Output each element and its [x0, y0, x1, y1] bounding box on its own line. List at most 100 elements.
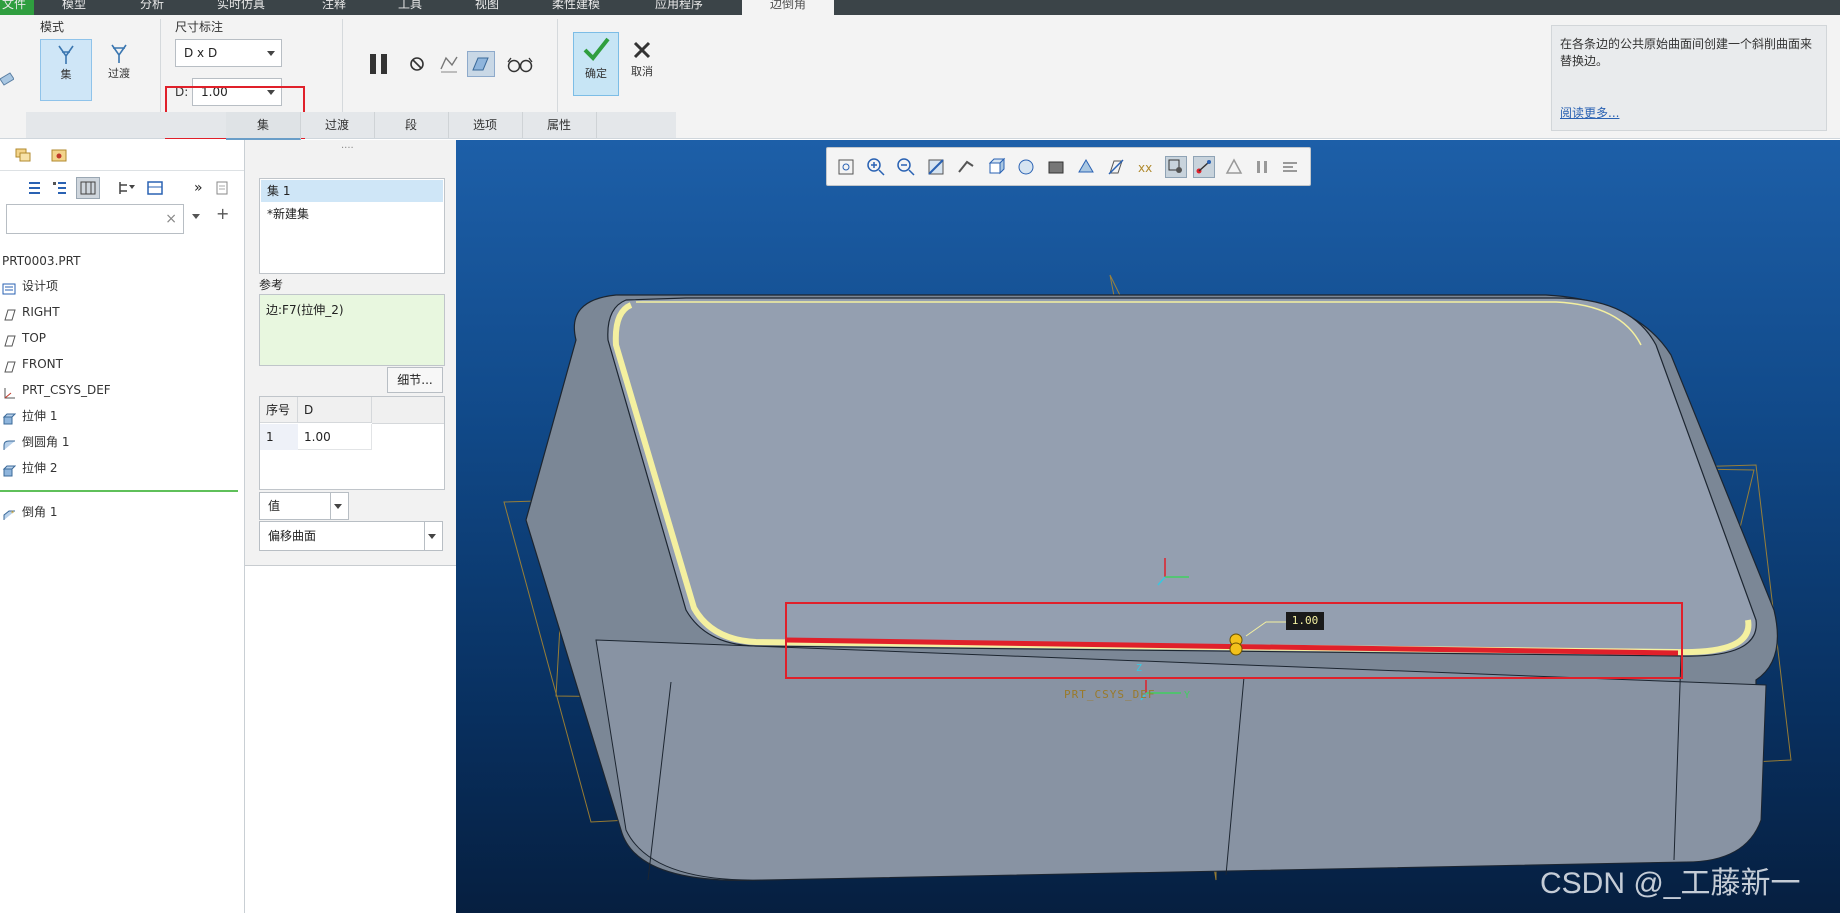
tree-item-chamfer-1[interactable]: * 倒角 1	[2, 502, 57, 522]
tree-search-input[interactable]: ×	[6, 204, 184, 234]
tree-item-label: 拉伸 1	[22, 409, 58, 423]
tree-item-extrude-2[interactable]: 拉伸 2	[2, 458, 57, 478]
datum-plane-icon	[2, 333, 16, 346]
model-view[interactable]	[456, 140, 1840, 913]
tab-analysis[interactable]: 分析	[140, 0, 164, 15]
saved-views-icon[interactable]	[985, 156, 1007, 178]
more-icon[interactable]: »	[194, 180, 206, 196]
tree-item-label: FRONT	[22, 357, 63, 371]
simulation-display-icon[interactable]	[1223, 156, 1245, 178]
separate-preview-icon[interactable]	[438, 53, 460, 75]
tree-item-front[interactable]: FRONT	[2, 354, 63, 374]
reference-value: 边:F7(拉伸_2)	[266, 303, 344, 317]
chevron-down-icon[interactable]	[192, 214, 200, 219]
reorient-icon[interactable]	[955, 156, 977, 178]
tree-item-right[interactable]: RIGHT	[2, 302, 60, 322]
verify-glasses-icon[interactable]	[505, 53, 535, 75]
pause-animation-icon[interactable]	[1251, 156, 1273, 178]
references-collector[interactable]: 边:F7(拉伸_2)	[259, 294, 445, 366]
tree-item-label: 倒角 1	[22, 505, 58, 519]
tree-settings-icon[interactable]	[146, 180, 164, 196]
tab-annotate[interactable]: 注释	[322, 0, 346, 15]
table-cell[interactable]: 1.00	[298, 424, 372, 450]
tab-file[interactable]: 文件	[0, 0, 34, 15]
tree-item-part[interactable]: PRT0003.PRT	[2, 251, 80, 271]
references-label: 参考	[259, 278, 284, 292]
sets-list[interactable]: 集 1 *新建集	[259, 178, 445, 274]
tree-item-extrude-1[interactable]: 拉伸 1	[2, 406, 57, 426]
drag-handle[interactable]	[1229, 642, 1243, 656]
mode-group-label: 模式	[40, 20, 65, 34]
dimension-tag[interactable]: 1.00	[1286, 612, 1324, 630]
view-manager-icon[interactable]	[1015, 156, 1037, 178]
tree-expand-icon[interactable]	[52, 180, 68, 196]
tree-item-label: 倒圆角 1	[22, 435, 70, 449]
tree-item-csys[interactable]: PRT_CSYS_DEF	[2, 380, 111, 400]
model-tree-tab-icon[interactable]	[14, 146, 32, 164]
method-select[interactable]: 偏移曲面	[259, 521, 443, 551]
view-toolbar: xx	[826, 147, 1311, 186]
folder-browser-icon[interactable]	[50, 146, 68, 164]
tree-item-design-items[interactable]: 设计项	[2, 276, 58, 296]
tab-live-simulation[interactable]: 实时仿真	[217, 0, 265, 15]
mode-set-button[interactable]: 集	[40, 39, 92, 101]
clear-icon[interactable]: ×	[165, 211, 177, 227]
geometry-preview-icon[interactable]	[467, 51, 495, 77]
pause-icon[interactable]	[366, 51, 392, 77]
chevron-down-icon	[267, 51, 275, 56]
value-mode-select[interactable]: 值	[259, 492, 349, 520]
tab-view[interactable]: 视图	[475, 0, 499, 15]
mode-transition-button[interactable]: 过渡	[94, 39, 144, 99]
chevron-down-icon	[428, 534, 436, 539]
details-button[interactable]: 细节...	[387, 367, 443, 393]
help-panel: 在各条边的公共原始曲面间创建一个斜削曲面来替换边。 阅读更多...	[1551, 25, 1827, 131]
tree-columns-icon[interactable]	[76, 177, 100, 199]
ok-button[interactable]: 确定	[573, 32, 619, 96]
csys-icon	[2, 385, 16, 398]
tab-applications[interactable]: 应用程序	[655, 0, 703, 15]
tab-model[interactable]: 模型	[62, 0, 86, 15]
list-item[interactable]: *新建集	[261, 203, 443, 225]
repaint-icon[interactable]	[925, 156, 947, 178]
csys-label: PRT_CSYS_DEF	[1064, 688, 1156, 701]
close-icon	[633, 41, 651, 59]
tab-sets[interactable]: 集	[226, 112, 301, 140]
read-more-link[interactable]: 阅读更多...	[1560, 104, 1619, 121]
tree-filter-icon[interactable]	[118, 180, 136, 196]
graphics-window[interactable]: 1.00 PRT_CSYS_DEF Y Z CSDN @_工藤新一	[456, 140, 1840, 913]
zoom-out-icon[interactable]	[895, 156, 917, 178]
cancel-button[interactable]: 取消	[622, 37, 662, 95]
tree-item-top[interactable]: TOP	[2, 328, 46, 348]
display-style-icon[interactable]	[1045, 156, 1067, 178]
axis-z-label: Z	[1136, 663, 1143, 674]
tab-edge-chamfer[interactable]: 边倒角	[742, 0, 834, 15]
no-preview-icon[interactable]	[408, 55, 426, 73]
table-cell: 1	[260, 424, 298, 450]
refit-icon[interactable]	[835, 156, 857, 178]
document-icon[interactable]	[214, 180, 230, 196]
tab-transitions[interactable]: 过渡	[300, 112, 375, 138]
collapse-toolbar-icon[interactable]	[1279, 156, 1301, 178]
dimension-scheme-select[interactable]: D x D	[175, 39, 282, 67]
tree-item-round-1[interactable]: 倒圆角 1	[2, 432, 69, 452]
feature-icon	[0, 65, 15, 95]
dimension-scheme-value: D x D	[184, 46, 218, 60]
datum-display-icon[interactable]	[1105, 156, 1127, 178]
resize-handle[interactable]: ....	[341, 140, 354, 151]
tab-flexible-modeling[interactable]: 柔性建模	[552, 0, 600, 15]
list-item[interactable]: 集 1	[261, 180, 443, 202]
spin-center-icon[interactable]	[1165, 156, 1187, 178]
tab-options[interactable]: 选项	[448, 112, 523, 138]
perspective-icon[interactable]	[1075, 156, 1097, 178]
sets-panel: .... 集 1 *新建集 参考 边:F7(拉伸_2) 细节... 序号 D 1…	[245, 140, 457, 566]
tab-pieces[interactable]: 段	[374, 112, 449, 138]
insert-indicator[interactable]	[0, 490, 238, 492]
svg-text:*: *	[11, 510, 14, 517]
tab-tools[interactable]: 工具	[398, 0, 422, 15]
sketch-display-icon[interactable]	[1193, 156, 1215, 178]
add-icon[interactable]: +	[216, 204, 229, 223]
tab-properties[interactable]: 属性	[522, 112, 597, 138]
zoom-in-icon[interactable]	[865, 156, 887, 178]
annotation-display-icon[interactable]: xx	[1135, 156, 1157, 178]
tree-list-icon[interactable]	[26, 180, 42, 196]
